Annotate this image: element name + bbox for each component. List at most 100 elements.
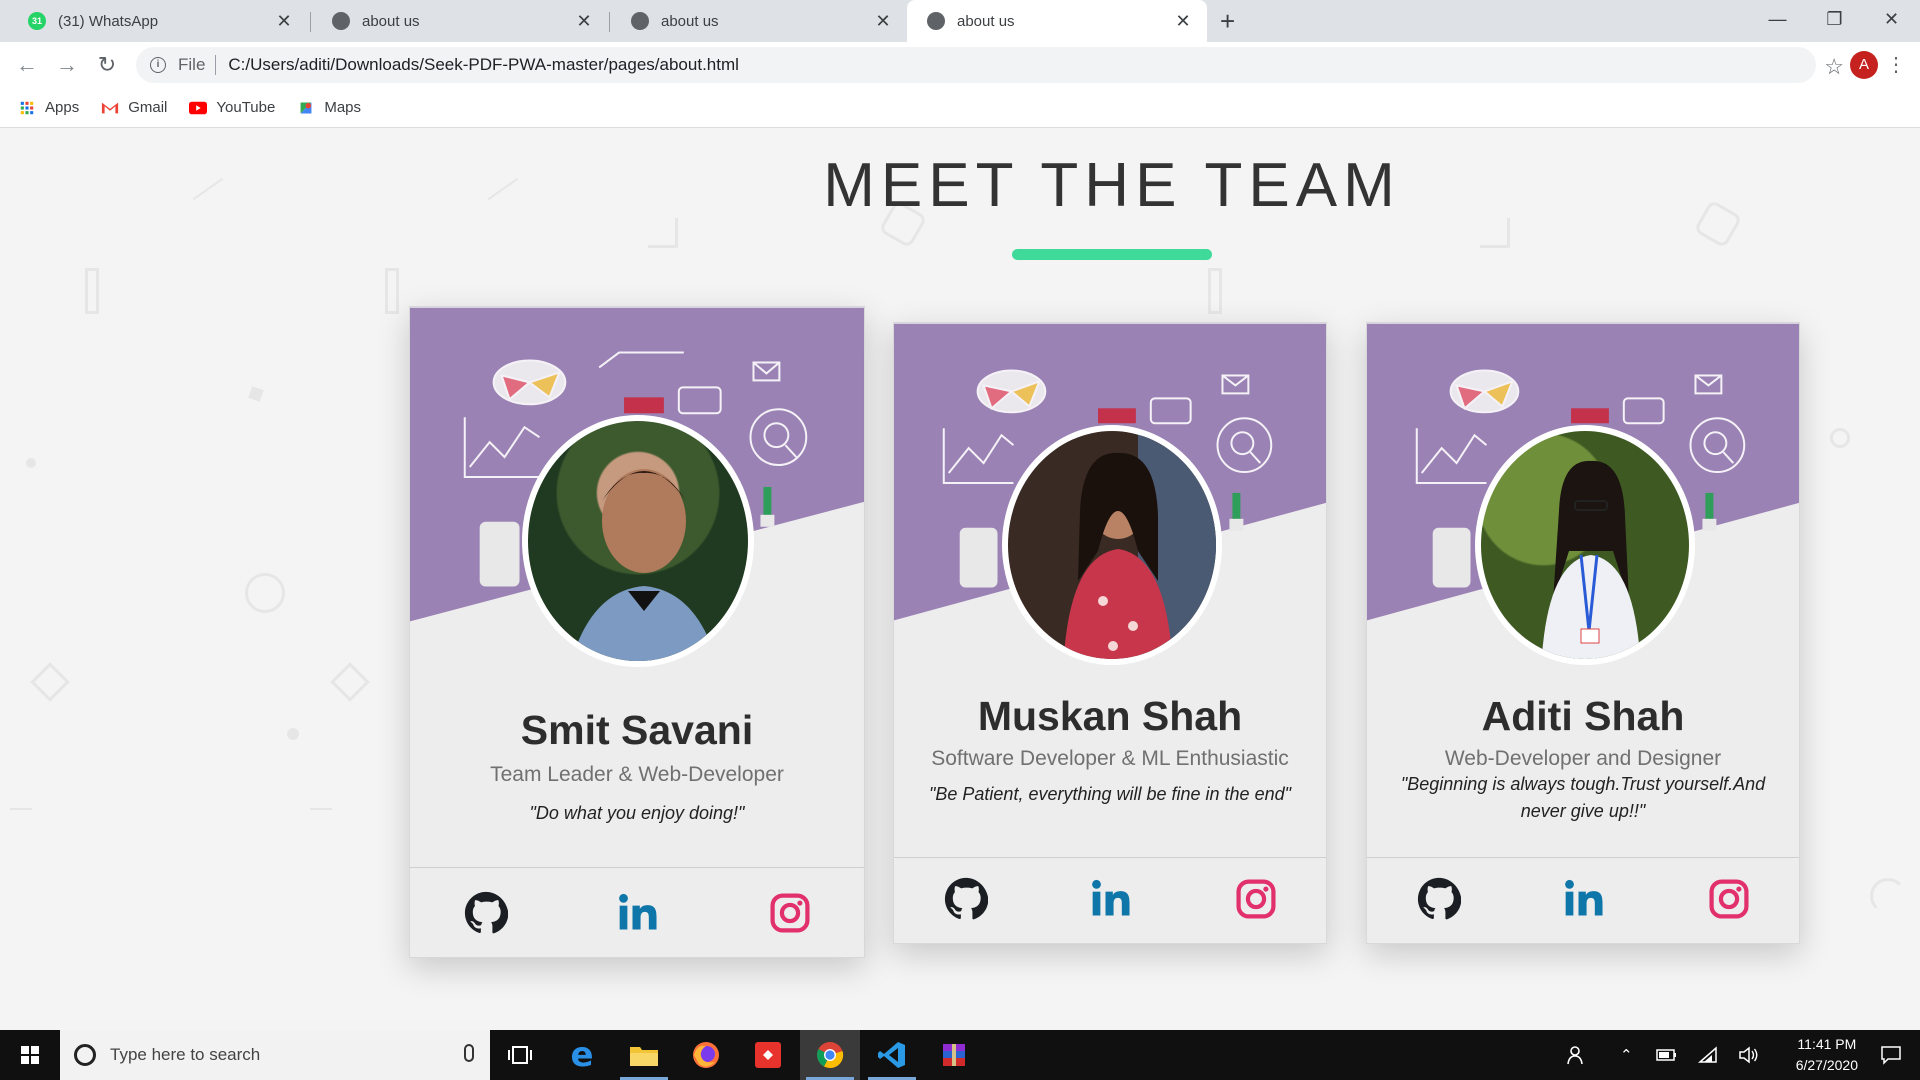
address-url: C:/Users/aditi/Downloads/Seek-PDF-PWA-ma… xyxy=(228,55,739,74)
whatsapp-icon: 31 xyxy=(28,12,46,30)
close-tab-icon[interactable]: ✕ xyxy=(1173,11,1193,32)
file-explorer-icon[interactable] xyxy=(614,1030,674,1080)
team-member-card: Aditi Shah Web-Developer and Designer "B… xyxy=(1366,322,1800,944)
bookmark-label: Gmail xyxy=(128,99,168,116)
new-tab-button[interactable]: + xyxy=(1220,6,1235,37)
avatar xyxy=(522,415,754,667)
bookmark-youtube[interactable]: YouTube xyxy=(189,99,275,116)
windows-taskbar: Type here to search e ⌃ 11:41 PM 6/27/20… xyxy=(0,1030,1920,1080)
bookmark-label: YouTube xyxy=(216,99,276,116)
notifications-icon[interactable] xyxy=(1880,1030,1902,1080)
youtube-icon xyxy=(189,101,208,114)
address-bar[interactable]: i File C:/Users/aditi/Downloads/Seek-PDF… xyxy=(136,47,1816,83)
winrar-icon[interactable] xyxy=(924,1030,984,1080)
linkedin-icon[interactable] xyxy=(1089,877,1133,921)
reload-button[interactable]: ↻ xyxy=(92,50,122,80)
bookmark-maps[interactable]: Maps xyxy=(297,99,361,116)
linkedin-icon[interactable] xyxy=(1562,877,1606,921)
background-decoration xyxy=(10,808,32,810)
tab-whatsapp[interactable]: 31 (31) WhatsApp ✕ xyxy=(8,0,308,42)
firefox-icon[interactable] xyxy=(676,1030,736,1080)
forward-button[interactable]: → xyxy=(52,50,82,80)
bookmark-gmail[interactable]: Gmail xyxy=(101,99,167,116)
member-role: Web-Developer and Designer xyxy=(1444,747,1722,770)
tab-title: about us xyxy=(957,12,1015,30)
system-clock[interactable]: 11:41 PM 6/27/2020 xyxy=(1796,1034,1858,1076)
tab-strip: 31 (31) WhatsApp ✕ about us ✕ about us ✕… xyxy=(0,0,1920,42)
close-tab-icon[interactable]: ✕ xyxy=(873,11,893,32)
edge-icon[interactable]: e xyxy=(552,1030,612,1080)
background-decoration xyxy=(85,268,99,314)
apps-grid-icon xyxy=(20,101,34,114)
git-app-icon[interactable] xyxy=(738,1030,798,1080)
restore-button[interactable]: ❐ xyxy=(1806,0,1863,42)
globe-icon xyxy=(332,12,350,30)
info-icon[interactable]: i xyxy=(150,57,166,73)
member-quote: "Beginning is always tough.Trust yoursel… xyxy=(1400,774,1766,821)
search-placeholder: Type here to search xyxy=(110,1045,261,1064)
browser-toolbar: ← → ↻ i File C:/Users/aditi/Downloads/Se… xyxy=(0,42,1920,88)
close-tab-icon[interactable]: ✕ xyxy=(274,11,294,32)
bookmark-apps[interactable]: Apps xyxy=(18,99,79,116)
background-decoration xyxy=(245,573,285,613)
task-view-icon[interactable] xyxy=(490,1030,550,1080)
background-decoration xyxy=(310,808,332,810)
background-decoration xyxy=(385,268,399,314)
windows-logo-icon xyxy=(21,1046,39,1064)
background-decoration xyxy=(26,458,36,468)
tab-about-us-active[interactable]: about us ✕ xyxy=(907,0,1207,42)
avatar xyxy=(1475,425,1695,665)
github-icon[interactable] xyxy=(944,877,988,921)
background-decoration xyxy=(1208,268,1222,314)
microphone-icon[interactable] xyxy=(464,1044,474,1062)
people-icon[interactable] xyxy=(1566,1030,1588,1080)
vscode-icon[interactable] xyxy=(862,1030,922,1080)
instagram-icon[interactable] xyxy=(768,891,812,935)
maps-icon xyxy=(300,102,312,113)
background-decoration xyxy=(648,218,678,248)
instagram-icon[interactable] xyxy=(1707,877,1751,921)
start-button[interactable] xyxy=(0,1030,60,1080)
background-decoration xyxy=(330,662,370,702)
wifi-icon[interactable] xyxy=(1698,1030,1718,1080)
background-decoration xyxy=(248,386,264,402)
bookmark-label: Maps xyxy=(324,99,362,116)
member-quote: "Do what you enjoy doing!" xyxy=(529,803,745,823)
address-scheme: File xyxy=(178,55,206,74)
globe-icon xyxy=(927,12,945,30)
clock-time: 11:41 PM xyxy=(1797,1036,1857,1052)
background-decoration xyxy=(287,728,299,740)
bookmarks-bar: Apps Gmail YouTube Maps xyxy=(0,88,1920,128)
close-window-button[interactable]: ✕ xyxy=(1863,0,1920,42)
cortana-icon xyxy=(74,1044,96,1066)
team-member-card: Muskan Shah Software Developer & ML Enth… xyxy=(893,322,1327,944)
member-role: Team Leader & Web-Developer xyxy=(490,763,784,786)
background-decoration xyxy=(1830,428,1850,448)
background-decoration xyxy=(1870,878,1906,914)
more-menu-icon[interactable]: ⋮ xyxy=(1886,52,1906,77)
bookmark-label: Apps xyxy=(45,99,80,116)
back-button[interactable]: ← xyxy=(12,50,42,80)
profile-avatar[interactable]: A xyxy=(1850,51,1878,79)
linkedin-icon[interactable] xyxy=(616,891,660,935)
github-icon[interactable] xyxy=(464,891,508,935)
close-tab-icon[interactable]: ✕ xyxy=(574,11,594,32)
bookmark-star-icon[interactable]: ☆ xyxy=(1824,54,1844,80)
tab-about-us-1[interactable]: about us ✕ xyxy=(312,0,608,42)
battery-icon[interactable] xyxy=(1656,1030,1678,1080)
taskbar-search-box[interactable]: Type here to search xyxy=(60,1030,490,1080)
minimize-button[interactable]: — xyxy=(1749,0,1806,42)
member-role: Software Developer & ML Enthusiastic xyxy=(931,747,1289,770)
instagram-icon[interactable] xyxy=(1234,877,1278,921)
github-icon[interactable] xyxy=(1417,877,1461,921)
member-name: Aditi Shah xyxy=(1481,693,1685,739)
background-decoration xyxy=(30,662,70,702)
title-underline xyxy=(1012,249,1212,260)
member-name: Muskan Shah xyxy=(977,693,1243,739)
team-member-card: Smit Savani Team Leader & Web-Developer … xyxy=(409,306,865,958)
chrome-icon[interactable] xyxy=(800,1030,860,1080)
volume-icon[interactable] xyxy=(1738,1030,1760,1080)
member-quote: "Be Patient, everything will be fine in … xyxy=(929,784,1291,804)
show-hidden-icons-chevron-icon[interactable]: ⌃ xyxy=(1620,1030,1633,1080)
tab-about-us-2[interactable]: about us ✕ xyxy=(611,0,907,42)
